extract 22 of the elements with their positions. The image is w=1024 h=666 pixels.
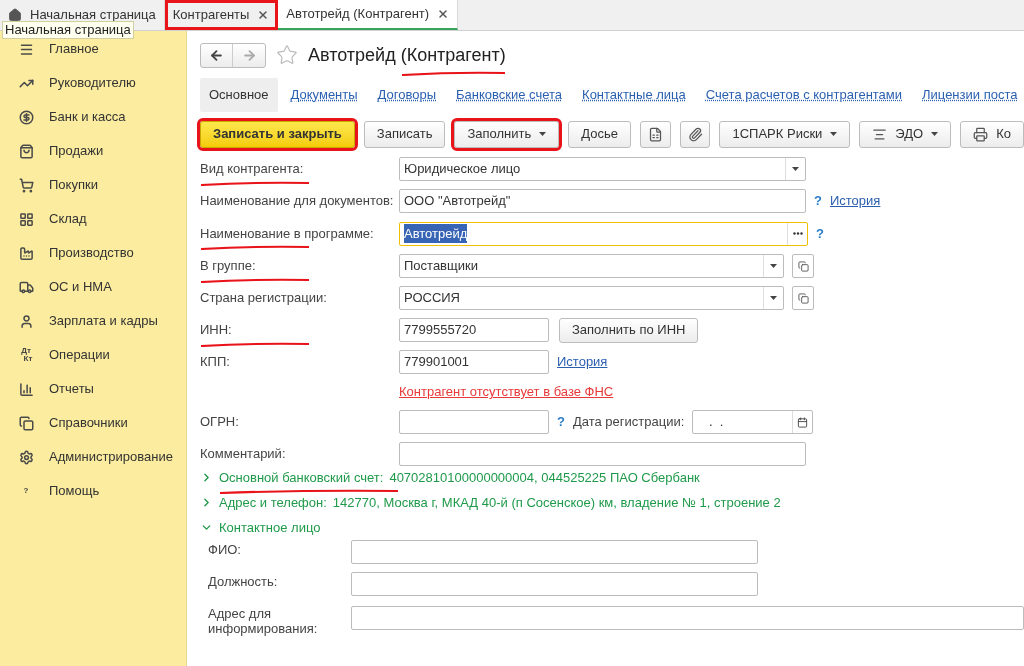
field-label: КПП: xyxy=(200,353,230,372)
glyph-icon: Дт Кт xyxy=(18,347,34,363)
field-label: Должность: xyxy=(208,574,278,589)
field-label: Наименование для документов: xyxy=(200,192,394,211)
field-label: ИНН: xyxy=(200,320,232,340)
tooltip: Начальная страница xyxy=(2,21,134,39)
field-label: Вид контрагента: xyxy=(200,159,304,179)
group-title: Основной банковский счет: xyxy=(219,467,384,488)
field-label: Дата регистрации: xyxy=(572,413,685,432)
field-label: ОГРН: xyxy=(200,413,239,432)
window-title: Автотрейд (Контрагент) xyxy=(308,41,506,69)
field-label: Адрес для информирования: xyxy=(208,605,319,636)
field-label: ФИО: xyxy=(208,542,241,557)
field-label: Комментарий: xyxy=(200,445,286,464)
group-value: 142770, Москва г, МКАД 40-й (п Сосенское) км, владение № 1, строение 2 xyxy=(332,493,781,512)
group-title: Адрес и телефон: xyxy=(219,493,327,512)
field-label: Страна регистрации: xyxy=(200,289,327,308)
glyph-icon: ? xyxy=(18,487,34,495)
group-value: 40702810100000000004, 044525225 ПАО Сбербанк xyxy=(389,468,700,487)
field-label: В группе: xyxy=(200,256,256,276)
group-title: Контактное лицо xyxy=(219,518,321,537)
field-label: Наименование в программе: xyxy=(200,223,374,244)
